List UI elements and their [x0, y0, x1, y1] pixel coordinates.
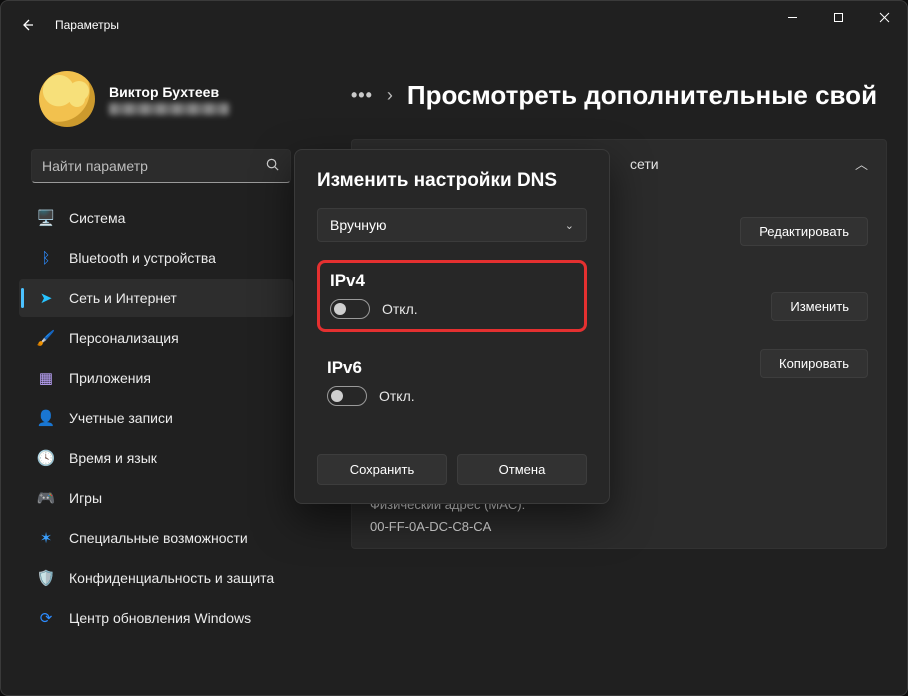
sidebar-item-network[interactable]: ➤ Сеть и Интернет [19, 279, 293, 317]
sidebar-item-label: Учетные записи [69, 410, 173, 426]
windows-update-icon: ⟳ [37, 609, 55, 627]
sidebar-item-label: Сеть и Интернет [69, 290, 177, 306]
network-icon: ➤ [37, 289, 55, 307]
page-title: Просмотреть дополнительные свой [407, 80, 877, 111]
sidebar-item-label: Центр обновления Windows [69, 610, 251, 626]
modal-title: Изменить настройки DNS [317, 170, 587, 192]
mac-value: 00-FF-0A-DC-C8-CA [370, 519, 491, 534]
sidebar-item-label: Игры [69, 490, 102, 506]
profile-email-blurred [109, 103, 229, 115]
sidebar-item-privacy[interactable]: 🛡️ Конфиденциальность и защита [19, 559, 293, 597]
sidebar-item-label: Время и язык [69, 450, 157, 466]
sidebar-item-label: Конфиденциальность и защита [69, 570, 274, 586]
back-button[interactable] [13, 11, 41, 39]
sidebar-item-accessibility[interactable]: ✶ Специальные возможности [19, 519, 293, 557]
ipv4-block: IPv4 Откл. [317, 260, 587, 332]
ipv6-label: IPv6 [327, 358, 577, 378]
breadcrumb: ••• › Просмотреть дополнительные свой [351, 71, 887, 119]
maximize-button[interactable] [815, 1, 861, 33]
cancel-button[interactable]: Отмена [457, 454, 587, 485]
search-placeholder: Найти параметр [42, 158, 148, 174]
avatar [39, 71, 95, 127]
sidebar-item-time-language[interactable]: 🕓 Время и язык [19, 439, 293, 477]
window-controls [769, 1, 907, 49]
profile-block[interactable]: Виктор Бухтеев [11, 61, 301, 145]
minimize-button[interactable] [769, 1, 815, 33]
ipv6-toggle[interactable] [327, 386, 367, 406]
close-button[interactable] [861, 1, 907, 33]
gaming-icon: 🎮 [37, 489, 55, 507]
ipv6-block: IPv6 Откл. [317, 350, 587, 416]
settings-window: Параметры Виктор Бухтеев Найти параметр [0, 0, 908, 696]
sidebar-item-label: Персонализация [69, 330, 179, 346]
ipv6-state: Откл. [379, 388, 415, 404]
ipv4-label: IPv4 [330, 271, 574, 291]
sidebar-item-personalization[interactable]: 🖌️ Персонализация [19, 319, 293, 357]
copy-button[interactable]: Копировать [760, 349, 868, 378]
sidebar-item-accounts[interactable]: 👤 Учетные записи [19, 399, 293, 437]
ipv4-toggle[interactable] [330, 299, 370, 319]
dns-settings-modal: Изменить настройки DNS Вручную ⌄ IPv4 От… [294, 149, 610, 504]
sidebar-item-gaming[interactable]: 🎮 Игры [19, 479, 293, 517]
system-icon: 🖥️ [37, 209, 55, 227]
sidebar-item-label: Система [69, 210, 125, 226]
panel-header-text: сети [630, 156, 659, 172]
titlebar-left: Параметры [13, 11, 119, 39]
bluetooth-icon: ᛒ [37, 249, 55, 267]
titlebar: Параметры [1, 1, 907, 49]
edit-button[interactable]: Редактировать [740, 217, 868, 246]
apps-icon: ▦ [37, 369, 55, 387]
accounts-icon: 👤 [37, 409, 55, 427]
search-input[interactable]: Найти параметр [31, 149, 291, 183]
dns-mode-select[interactable]: Вручную ⌄ [317, 208, 587, 242]
nav-list: 🖥️ Система ᛒ Bluetooth и устройства ➤ Сеть и … [11, 199, 301, 637]
ipv4-state: Откл. [382, 301, 418, 317]
sidebar: Виктор Бухтеев Найти параметр 🖥️ Система ᛒ… [1, 61, 311, 639]
chevron-up-icon: ︿ [855, 154, 868, 173]
chevron-right-icon: › [387, 85, 393, 106]
sidebar-item-windows-update[interactable]: ⟳ Центр обновления Windows [19, 599, 293, 637]
profile-name: Виктор Бухтеев [109, 83, 229, 101]
search-icon [265, 157, 280, 175]
change-button[interactable]: Изменить [771, 292, 868, 321]
sidebar-item-label: Специальные возможности [69, 530, 248, 546]
sidebar-item-system[interactable]: 🖥️ Система [19, 199, 293, 237]
accessibility-icon: ✶ [37, 529, 55, 547]
sidebar-item-label: Приложения [69, 370, 151, 386]
save-button[interactable]: Сохранить [317, 454, 447, 485]
privacy-icon: 🛡️ [37, 569, 55, 587]
personalization-icon: 🖌️ [37, 329, 55, 347]
time-language-icon: 🕓 [37, 449, 55, 467]
dns-mode-value: Вручную [330, 217, 387, 233]
sidebar-item-label: Bluetooth и устройства [69, 250, 216, 266]
sidebar-item-apps[interactable]: ▦ Приложения [19, 359, 293, 397]
window-title: Параметры [55, 18, 119, 32]
chevron-down-icon: ⌄ [565, 219, 574, 232]
sidebar-item-bluetooth[interactable]: ᛒ Bluetooth и устройства [19, 239, 293, 277]
breadcrumb-overflow-icon[interactable]: ••• [351, 85, 373, 106]
